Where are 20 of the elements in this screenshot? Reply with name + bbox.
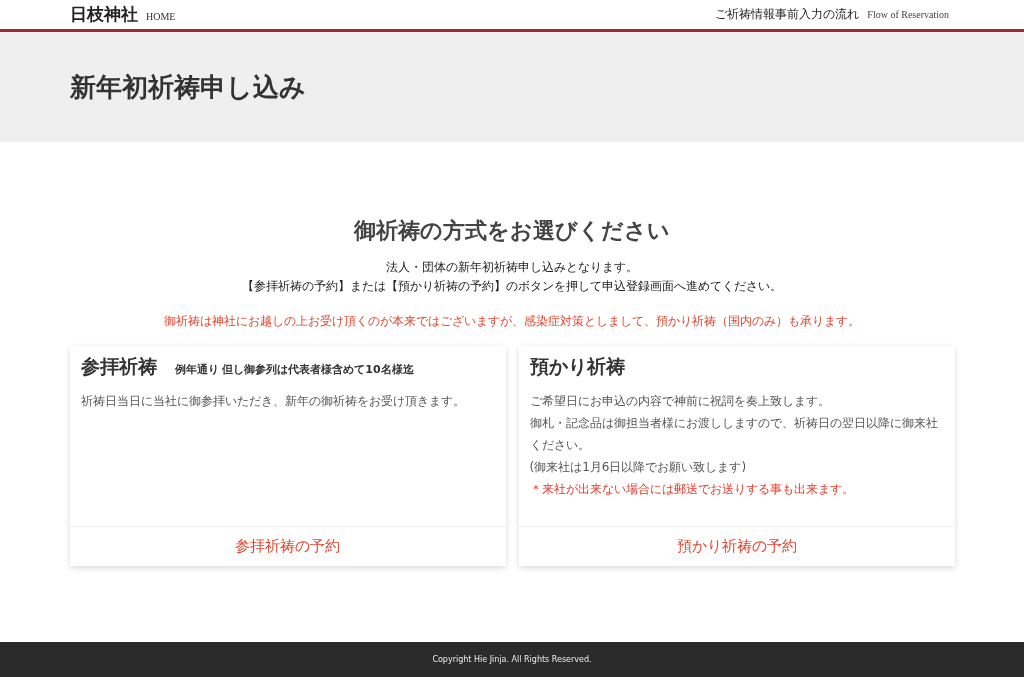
nav-link-subtitle[interactable]: Flow of Reservation bbox=[867, 9, 949, 20]
notice-text: 御祈祷は神社にお越しの上お受け頂くのが本来ではございますが、感染症対策としまして、預かり祈祷（国内のみ）も承ります。 bbox=[164, 314, 860, 329]
card-text: ご希望日にお申込の内容で神前に祝詞を奏上致します。 bbox=[529, 393, 831, 410]
copyright-text: Copyright Hie Jinja. All Rights Reserved. bbox=[432, 655, 592, 664]
page-title: 新年初祈祷申し込み bbox=[70, 70, 306, 104]
card-text: 祈祷日当日に当社に御参拝いただき、新年の御祈祷をお受け頂きます。 bbox=[80, 393, 466, 410]
reserve-button[interactable]: 参拝祈祷の予約 bbox=[69, 526, 506, 566]
warning-text: ＊来社が出来ない場合には郵送でお送りする事も出来ます。 bbox=[529, 481, 855, 498]
card-title: 預かり祈祷 bbox=[529, 354, 625, 379]
intro-text: 【参拝祈祷の予約】または【預かり祈祷の予約】のボタンを押して申込登録画面へ進めてください。 bbox=[242, 278, 782, 295]
intro-text: 法人・団体の新年初祈祷申し込みとなります。 bbox=[385, 259, 639, 276]
section-heading: 御祈祷の方式をお選びください bbox=[354, 216, 670, 245]
reserve-button[interactable]: 預かり祈祷の予約 bbox=[518, 526, 955, 566]
nav-link[interactable]: ご祈祷情報事前入力の流れ bbox=[715, 6, 860, 23]
card-title: 参拝祈祷 bbox=[80, 354, 157, 379]
site-title: 日枝神社 bbox=[70, 4, 138, 26]
card-text: 御札・記念品は御担当者様にお渡ししますので、祈祷日の翌日以降に御来社ください。 bbox=[529, 415, 939, 454]
card-subtitle: 例年通り 但し御参列は代表者様含めて10名様迄 bbox=[174, 362, 414, 377]
card-text: (御来社は1月6日以降でお願い致します) bbox=[529, 459, 748, 476]
home-link[interactable]: HOME bbox=[146, 11, 176, 22]
